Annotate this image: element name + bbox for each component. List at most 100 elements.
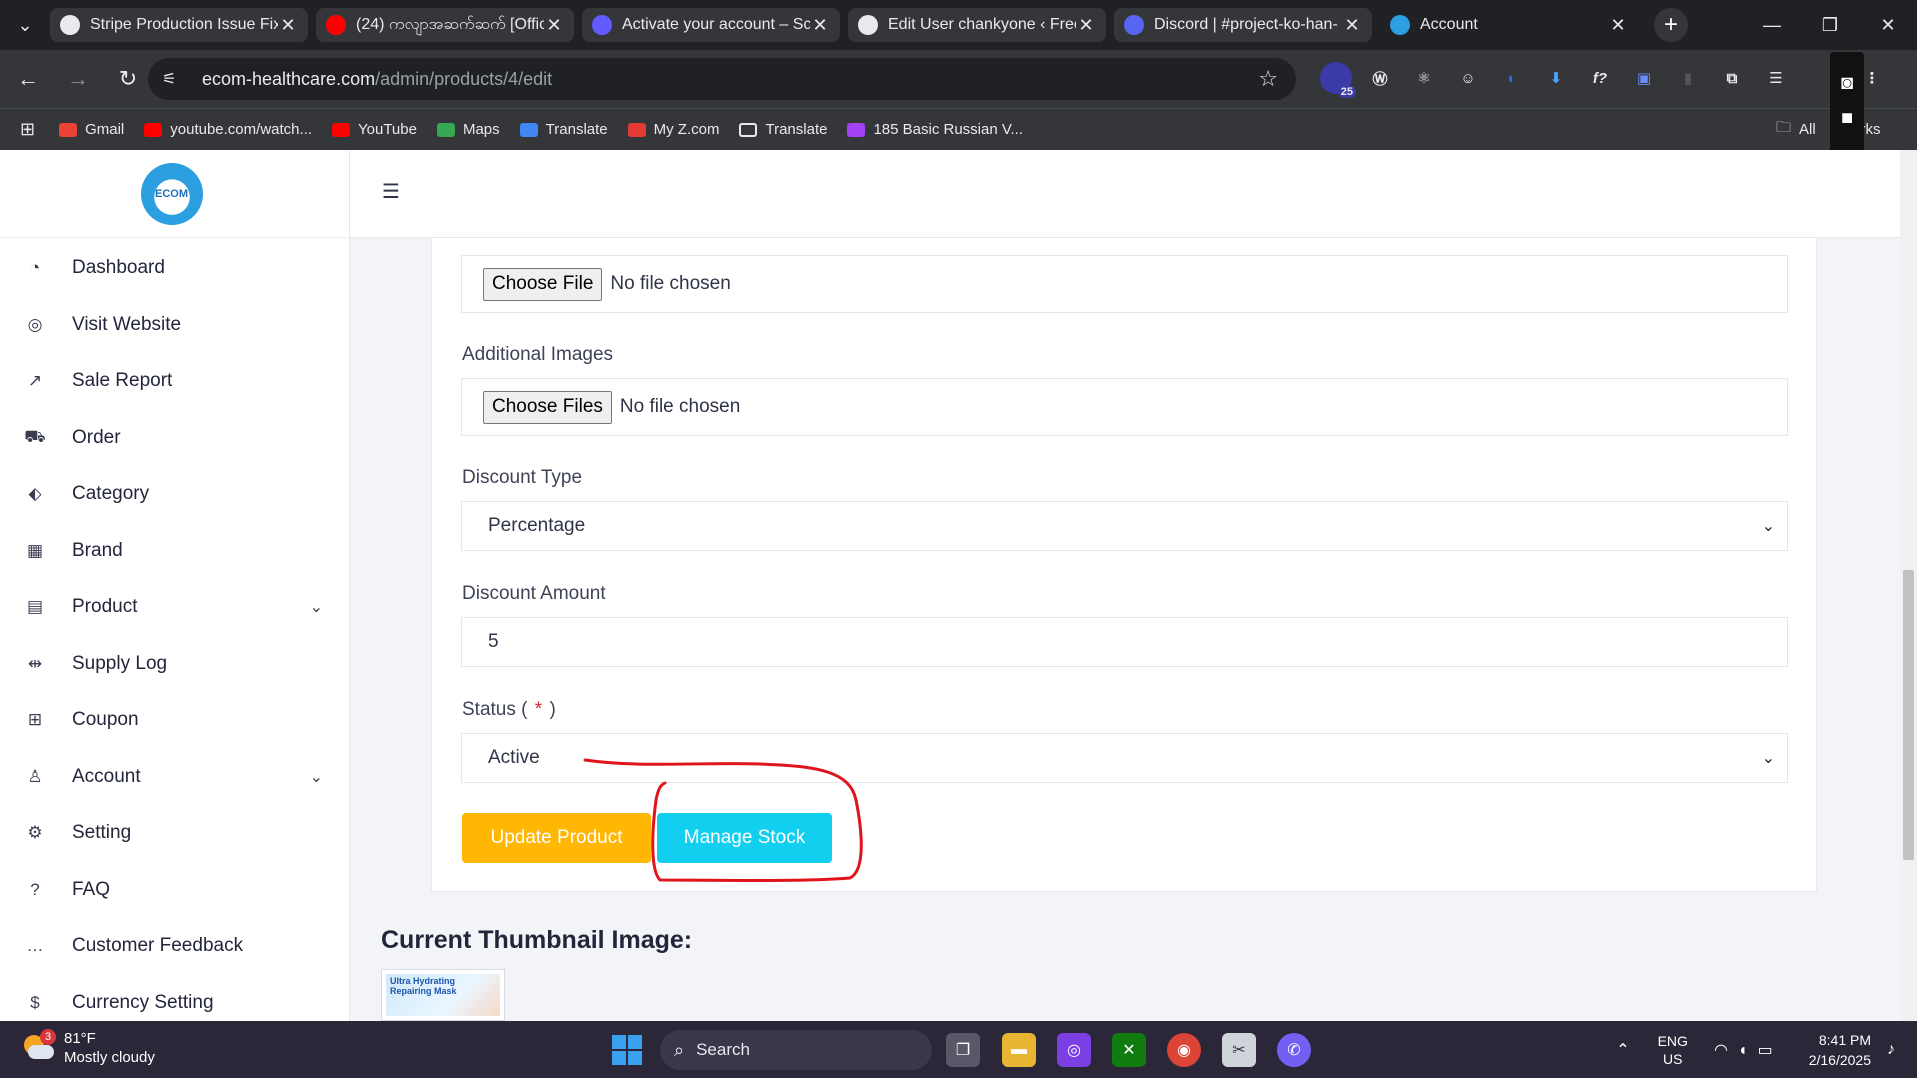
additional-images-input[interactable]: Choose Files No file chosen: [461, 378, 1788, 436]
wordpress-extension-icon[interactable]: Ⓦ: [1364, 62, 1396, 94]
tray-chevron-up-icon[interactable]: ⌃: [1616, 1040, 1629, 1060]
sidebar-item-account[interactable]: ♙ Account ⌄: [0, 749, 349, 806]
browser-tab[interactable]: (24) ကလျာအဆက်ဆက် [Offic ✕: [316, 8, 574, 42]
browser-tab-bar: ⌄ Stripe Production Issue Fix ✕ (24) ကလျာအ…: [0, 0, 1917, 50]
sidebar-item-order[interactable]: ⛟ Order: [0, 410, 349, 467]
camera-icon[interactable]: ◙: [1841, 72, 1853, 95]
apps-grid-icon[interactable]: ⊞: [20, 119, 35, 140]
circle-extension-icon[interactable]: ◐: [1496, 62, 1528, 94]
bookmark-label: Gmail: [85, 121, 125, 138]
task-view-icon[interactable]: ❐: [946, 1033, 980, 1067]
sidebar-item-coupon[interactable]: ⊞ Coupon: [0, 692, 349, 749]
sidebar-item-label: Account: [72, 765, 141, 787]
close-tab-icon[interactable]: ✕: [1608, 15, 1628, 36]
sidebar-item-dashboard[interactable]: ◔ Dashboard: [0, 240, 349, 297]
notification-bell-icon[interactable]: ♪: [1887, 1041, 1917, 1059]
weather-widget[interactable]: 3 81°F Mostly cloudy: [20, 1029, 155, 1067]
minimize-icon[interactable]: —: [1743, 0, 1801, 50]
avatar-extension-icon[interactable]: ☺: [1452, 62, 1484, 94]
bookmark-item[interactable]: youtube.com/watch...: [144, 121, 312, 138]
close-tab-icon[interactable]: ✕: [544, 15, 564, 36]
reload-icon[interactable]: ↻: [106, 57, 150, 101]
browser-tab[interactable]: Stripe Production Issue Fix ✕: [50, 8, 308, 42]
cloudy-weather-icon: 3: [20, 1029, 56, 1063]
sidebar-item-supply-log[interactable]: ⇹ Supply Log: [0, 636, 349, 693]
back-arrow-icon[interactable]: ←: [6, 57, 50, 101]
site-info-icon[interactable]: ⚟: [162, 69, 188, 89]
sidebar-item-visit-website[interactable]: ◎ Visit Website: [0, 297, 349, 354]
bookmark-item[interactable]: Translate: [519, 121, 608, 138]
sidebar-item-faq[interactable]: ? FAQ: [0, 862, 349, 919]
bookmark-star-icon[interactable]: ☆: [1258, 66, 1278, 92]
puzzle-extensions-icon[interactable]: ⧉: [1716, 62, 1748, 94]
react-extension-icon[interactable]: ⚛: [1408, 62, 1440, 94]
close-tab-icon[interactable]: ✕: [278, 15, 298, 36]
tray-icons[interactable]: ◠◖▭: [1714, 1040, 1783, 1060]
thumbnail-file-input[interactable]: Choose File No file chosen: [461, 255, 1788, 313]
bookmark-item[interactable]: YouTube: [332, 121, 417, 138]
close-window-icon[interactable]: ✕: [1859, 0, 1917, 50]
close-tab-icon[interactable]: ✕: [810, 15, 830, 36]
current-thumbnail-heading: Current Thumbnail Image:: [381, 926, 693, 954]
file-explorer-icon[interactable]: ▬: [1002, 1033, 1036, 1067]
menu-toggle-icon[interactable]: ☰: [382, 182, 404, 202]
discount-amount-input[interactable]: 5: [461, 617, 1788, 667]
browser-tab[interactable]: Edit User chankyone ‹ Free ✕: [848, 8, 1106, 42]
sidebar-item-sale-report[interactable]: ↗ Sale Report: [0, 353, 349, 410]
additional-images-label: Additional Images: [462, 344, 614, 365]
download-icon[interactable]: ⬇: [1540, 62, 1572, 94]
sidebar-item-label: Visit Website: [72, 313, 182, 335]
discount-type-select[interactable]: Percentage ⌄: [461, 501, 1788, 551]
close-tab-icon[interactable]: ✕: [1076, 15, 1096, 36]
forward-arrow-icon[interactable]: →: [56, 57, 100, 101]
hidden-extension-icon[interactable]: ▮: [1672, 62, 1704, 94]
browser-tab[interactable]: Discord | #project-ko-han- ✕: [1114, 8, 1372, 42]
ecom-logo[interactable]: ECOM: [140, 162, 203, 225]
windows-start-icon[interactable]: [612, 1035, 642, 1065]
extension-badge-icon[interactable]: 25: [1320, 62, 1356, 98]
snipping-tool-icon[interactable]: ✂: [1222, 1033, 1256, 1067]
sidebar-item-brand[interactable]: ▦ Brand: [0, 523, 349, 580]
browser-toolbar: ← → ↻ ⚟ ecom-healthcare.com/admin/produc…: [0, 50, 1917, 108]
page-scrollbar[interactable]: [1900, 150, 1917, 1021]
taskbar-search[interactable]: ⌕ Search: [660, 1030, 932, 1070]
thumbnail-image: Ultra Hydrating Repairing Mask: [381, 969, 505, 1021]
maximize-icon[interactable]: ❐: [1801, 0, 1859, 50]
sidebar-item-setting[interactable]: ⚙ Setting: [0, 805, 349, 862]
choose-files-button[interactable]: Choose Files: [483, 390, 612, 424]
address-bar[interactable]: ⚟ ecom-healthcare.com/admin/products/4/e…: [148, 58, 1296, 100]
browser-tab[interactable]: Activate your account – Sc ✕: [582, 8, 840, 42]
thumbnail-file-status: No file chosen: [610, 273, 731, 294]
xbox-icon[interactable]: ✕: [1112, 1033, 1146, 1067]
bookmark-item[interactable]: Gmail: [59, 121, 124, 138]
function-extension-icon[interactable]: f?: [1584, 62, 1616, 94]
sidebar-item-customer-feedback[interactable]: … Customer Feedback: [0, 918, 349, 975]
taskbar-clock[interactable]: 8:41 PM 2/16/2025: [1809, 1030, 1871, 1070]
sidebar-item-product[interactable]: ▤ Product ⌄: [0, 579, 349, 636]
all-bookmarks[interactable]: 🗀 All marks: [1776, 117, 1881, 142]
translate-extension-icon[interactable]: ▣: [1628, 62, 1660, 94]
bookmark-item[interactable]: Maps: [436, 121, 500, 138]
tab-search-chevron-icon[interactable]: ⌄: [0, 0, 50, 50]
reading-list-icon[interactable]: ☰: [1760, 62, 1792, 94]
video-camera-icon[interactable]: ■: [1841, 107, 1853, 130]
bookmark-item[interactable]: 185 Basic Russian V...: [847, 121, 1023, 138]
thumbnail-image-text-1: Ultra Hydrating: [390, 976, 456, 986]
status-select[interactable]: Active ⌄: [461, 733, 1788, 783]
box-icon: ▤: [26, 597, 44, 617]
viber-icon[interactable]: ✆: [1277, 1033, 1311, 1067]
bookmark-item[interactable]: My Z.com: [627, 121, 719, 138]
browser-tab[interactable]: Account ✕: [1380, 8, 1638, 42]
system-tray: ⌃ ENG US ◠◖▭ 8:41 PM 2/16/2025 ♪: [1616, 1021, 1917, 1078]
podcast-app-icon[interactable]: ◎: [1057, 1033, 1091, 1067]
new-tab-button[interactable]: +: [1654, 8, 1688, 42]
bookmark-item[interactable]: Translate: [739, 121, 827, 138]
close-tab-icon[interactable]: ✕: [1342, 15, 1362, 36]
scrollbar-thumb[interactable]: [1903, 570, 1914, 860]
chrome-icon[interactable]: ◉: [1167, 1033, 1201, 1067]
manage-stock-button[interactable]: Manage Stock: [657, 813, 832, 863]
sidebar-item-category[interactable]: ⬖ Category: [0, 466, 349, 523]
update-product-button[interactable]: Update Product: [462, 813, 651, 863]
choose-file-button[interactable]: Choose File: [483, 267, 603, 301]
language-indicator[interactable]: ENG US: [1658, 1032, 1688, 1068]
